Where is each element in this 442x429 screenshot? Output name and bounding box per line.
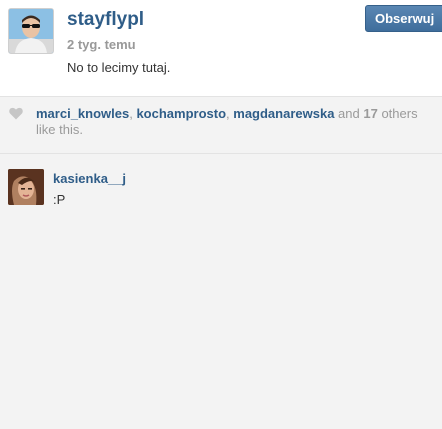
likes-and-text: and (334, 106, 364, 121)
author-username[interactable]: stayflypl (67, 9, 144, 31)
follow-button[interactable]: Obserwuj (365, 5, 442, 32)
heart-icon[interactable] (9, 107, 23, 120)
post-caption: No to lecimy tutaj. (67, 60, 171, 75)
author-avatar-image (9, 9, 53, 53)
likes-section: marci_knowles, kochamprosto, magdanarews… (0, 97, 442, 154)
liker-link-1[interactable]: marci_knowles (36, 106, 129, 121)
comment-text: :P (53, 192, 66, 207)
comments-section: kasienka__j :P (0, 154, 442, 429)
liker-link-2[interactable]: kochamprosto (136, 106, 226, 121)
commenter-avatar[interactable] (8, 169, 44, 205)
comment-username[interactable]: kasienka__j (53, 171, 126, 186)
author-avatar[interactable] (8, 8, 54, 54)
post-timestamp: 2 tyg. temu (67, 37, 136, 52)
likes-text: marci_knowles, kochamprosto, magdanarews… (36, 106, 436, 138)
commenter-avatar-image (8, 169, 44, 205)
liker-link-3[interactable]: magdanarewska (233, 106, 334, 121)
post-header: stayflypl 2 tyg. temu No to lecimy tutaj… (0, 0, 442, 97)
likes-others-count[interactable]: 17 (363, 106, 377, 121)
comment-item: kasienka__j :P (8, 169, 428, 209)
